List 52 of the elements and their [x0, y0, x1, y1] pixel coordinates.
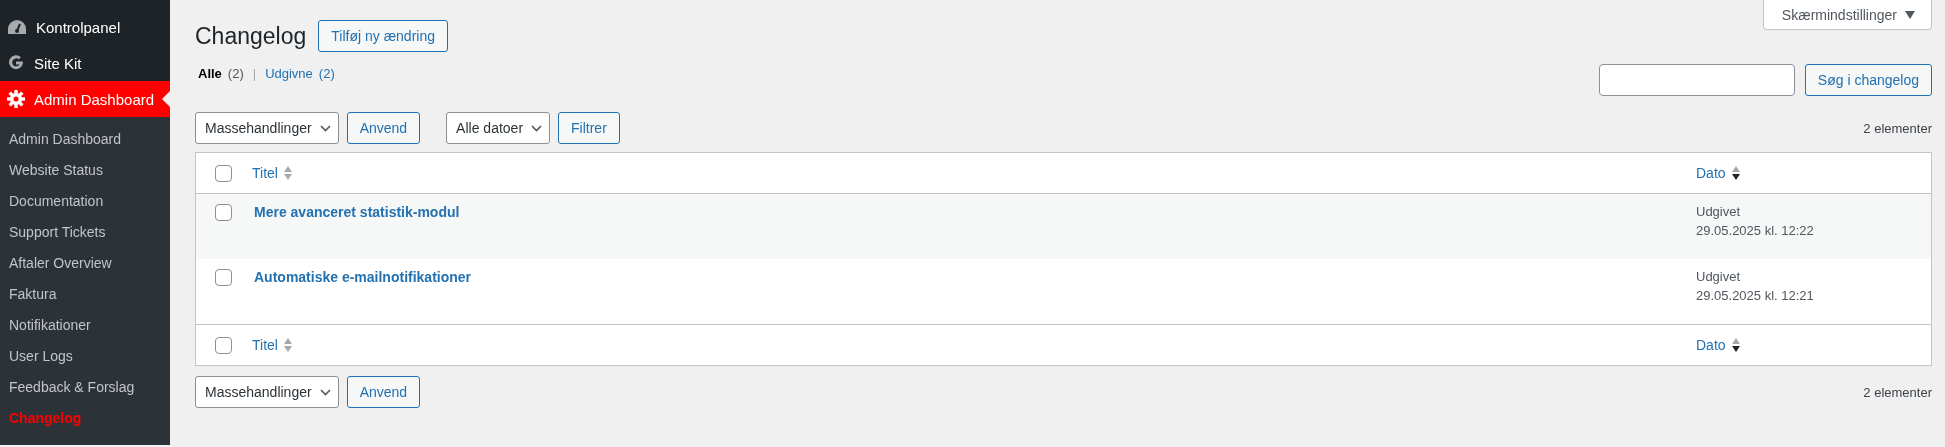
submenu-item[interactable]: Notifikationer	[0, 310, 170, 341]
status-text: Udgivet	[1696, 269, 1742, 284]
submenu-item[interactable]: Support Tickets	[0, 217, 170, 248]
submenu-item[interactable]: Admin Dashboard	[0, 124, 170, 155]
separator: |	[252, 66, 257, 81]
entry-title-link[interactable]: Mere avanceret statistik-modul	[252, 204, 460, 220]
add-new-button[interactable]: Tilføj ny ændring	[318, 20, 448, 52]
date-filter-select[interactable]: Alle datoer	[446, 112, 551, 144]
apply-button[interactable]: Anvend	[346, 112, 421, 144]
bulk-actions-select[interactable]: Massehandlinger	[195, 376, 339, 408]
caret-icon	[1905, 10, 1915, 19]
submenu-item[interactable]: Website Status	[0, 155, 170, 186]
chevron-down-icon	[319, 124, 331, 132]
submenu-item[interactable]: Feedback & Forslag	[0, 372, 170, 403]
column-header-link[interactable]: Dato	[1696, 165, 1931, 181]
checkbox[interactable]	[214, 164, 232, 182]
menu-item[interactable]: Site Kit	[0, 45, 170, 81]
chevron-down-icon	[319, 388, 331, 396]
view-count: (2)	[227, 66, 244, 81]
checkbox[interactable]	[214, 336, 232, 354]
search-button[interactable]: Søg i changelog	[1804, 64, 1932, 96]
page-title: Changelog	[195, 22, 307, 50]
gear-icon	[7, 90, 25, 108]
menu-item[interactable]: Kontrolpanel	[0, 9, 170, 45]
screen-options-button[interactable]: Skærmindstillinger	[1762, 0, 1932, 30]
view-count: (2)	[318, 66, 335, 81]
google-g-icon	[7, 54, 25, 72]
item-count: 2 elementer	[1863, 120, 1932, 136]
checkbox[interactable]	[214, 269, 232, 286]
view-link[interactable]: Udgivne	[265, 66, 313, 81]
submenu-item[interactable]: Faktura	[0, 279, 170, 310]
status-text: Udgivet	[1696, 204, 1742, 219]
column-header-link[interactable]: Titel	[252, 165, 293, 181]
date-text: 29.05.2025 kl. 12:22	[1696, 223, 1815, 238]
submenu-item[interactable]: Documentation	[0, 186, 170, 217]
chevron-down-icon	[531, 124, 543, 132]
item-count: 2 elementer	[1863, 384, 1932, 400]
submenu-item[interactable]: User Logs	[0, 341, 170, 372]
submenu-item[interactable]: Aftaler Overview	[0, 248, 170, 279]
bulk-actions-select[interactable]: Massehandlinger	[195, 112, 339, 144]
column-header-link[interactable]: Titel	[252, 337, 293, 353]
column-header-link[interactable]: Dato	[1696, 337, 1931, 353]
entry-title-link[interactable]: Automatiske e-mailnotifikationer	[252, 269, 472, 285]
apply-button[interactable]: Anvend	[346, 376, 421, 408]
menu-item[interactable]: Admin Dashboard	[0, 81, 170, 117]
date-text: 29.05.2025 kl. 12:21	[1696, 288, 1815, 303]
gauge-icon	[7, 19, 27, 35]
checkbox[interactable]	[214, 204, 232, 221]
pointer-icon	[162, 91, 170, 107]
filter-button[interactable]: Filtrer	[558, 112, 620, 144]
view-link[interactable]: Alle	[198, 66, 222, 81]
search-field[interactable]	[1598, 64, 1795, 96]
